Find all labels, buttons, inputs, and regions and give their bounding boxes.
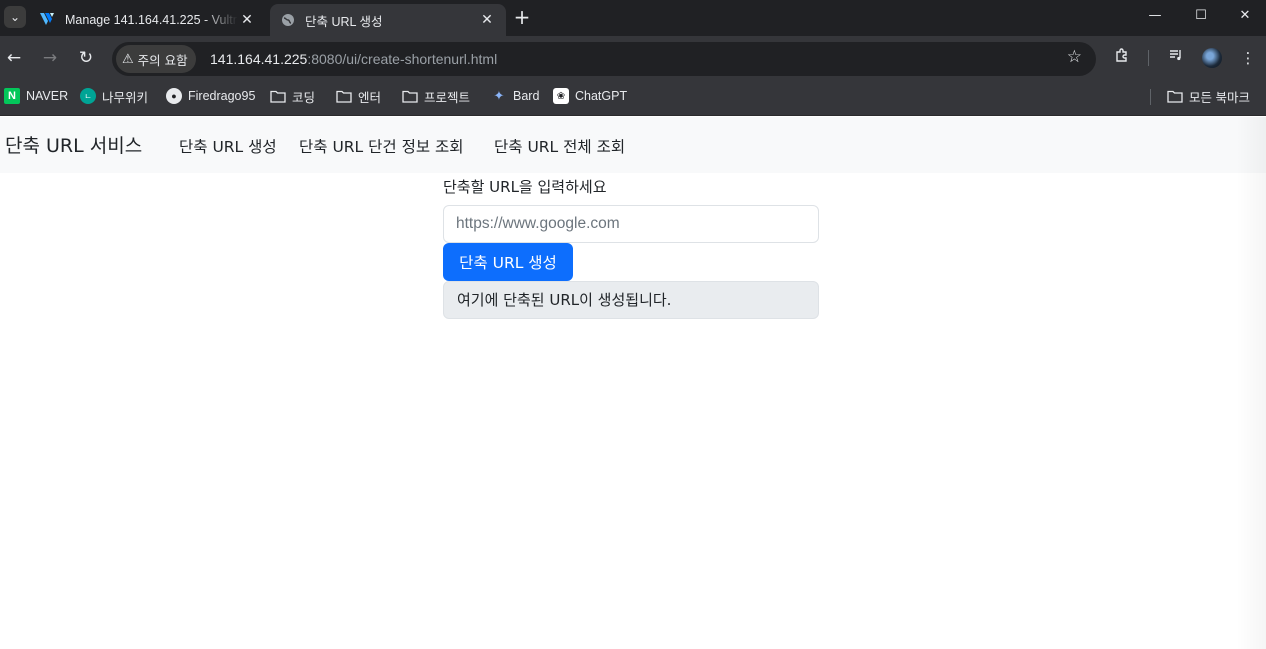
close-icon: ✕: [1239, 8, 1251, 23]
bookmark-namuwiki[interactable]: ㄴ 나무위키: [80, 80, 148, 112]
bookmarks-divider: [1150, 89, 1151, 105]
nav-link-single-info[interactable]: 단축 URL 단건 정보 조회: [299, 135, 464, 157]
bookmark-folder-enter[interactable]: 엔터: [336, 80, 381, 112]
tab-title: Manage 141.164.41.225 - Vultr: [65, 13, 237, 27]
url-host: 141.164.41.225: [210, 51, 308, 67]
bookmark-folder-project[interactable]: 프로젝트: [402, 80, 470, 112]
plus-icon: +: [513, 5, 531, 29]
bookmark-bard[interactable]: ✦ Bard: [491, 80, 540, 112]
bookmark-label: 코딩: [292, 90, 316, 105]
close-icon[interactable]: ✕: [478, 12, 496, 28]
more-menu-icon[interactable]: ⋮: [1236, 46, 1260, 70]
shortened-url-result: 여기에 단축된 URL이 생성됩니다.: [443, 281, 819, 319]
bookmark-label: Bard: [513, 89, 540, 103]
folder-icon: [402, 88, 418, 104]
globe-icon: [280, 12, 296, 28]
bookmark-naver[interactable]: N NAVER: [4, 80, 68, 112]
reload-icon: ↻: [78, 48, 94, 68]
close-icon[interactable]: ✕: [238, 12, 256, 28]
bookmark-label: 프로젝트: [424, 90, 471, 105]
navbar-brand[interactable]: 단축 URL 서비스: [5, 131, 142, 158]
maximize-button[interactable]: ☐: [1178, 0, 1224, 32]
create-shorten-url-button[interactable]: 단축 URL 생성: [443, 243, 573, 281]
original-url-input[interactable]: [443, 205, 819, 243]
minimize-icon: —: [1148, 8, 1162, 23]
bookmark-folder-coding[interactable]: 코딩: [270, 80, 315, 112]
star-icon[interactable]: ☆: [1067, 47, 1082, 67]
arrow-left-icon: ←: [6, 48, 22, 68]
forward-button[interactable]: →: [38, 46, 62, 70]
naver-icon: N: [4, 88, 20, 104]
folder-icon: [336, 88, 352, 104]
bookmark-github[interactable]: ● Firedrago95: [166, 80, 255, 112]
tab-search-button[interactable]: ⌄: [4, 6, 26, 28]
folder-icon: [1167, 88, 1183, 104]
bookmark-label: ChatGPT: [575, 89, 628, 103]
bard-icon: ✦: [493, 88, 505, 103]
back-button[interactable]: ←: [2, 46, 26, 70]
nav-link-list-all[interactable]: 단축 URL 전체 조회: [494, 135, 625, 157]
url-input-label: 단축할 URL을 입력하세요: [443, 178, 607, 196]
extensions-icon[interactable]: [1110, 46, 1134, 70]
vultr-logo-icon: [40, 12, 56, 28]
profile-avatar[interactable]: [1202, 48, 1222, 68]
bookmark-chatgpt[interactable]: ❀ ChatGPT: [553, 80, 627, 112]
bookmark-label: 엔터: [358, 90, 382, 105]
arrow-right-icon: →: [42, 48, 58, 68]
folder-icon: [270, 88, 286, 104]
bookmark-label: Firedrago95: [188, 89, 256, 103]
browser-toolbar: ← → ↻ ⚠ 주의 요함 141.164.41.225:8080/ui/cre…: [0, 36, 1266, 80]
warning-icon: ⚠: [122, 51, 134, 67]
all-bookmarks-label: 모든 북마크: [1189, 90, 1250, 105]
window-close-button[interactable]: ✕: [1222, 0, 1266, 32]
bookmark-label: 나무위키: [102, 90, 149, 105]
all-bookmarks-button[interactable]: 모든 북마크: [1167, 80, 1250, 112]
github-icon: ●: [166, 88, 182, 104]
bookmarks-bar: N NAVER ㄴ 나무위키 ● Firedrago95 코딩 엔터 프로젝트 …: [0, 80, 1266, 116]
tab-strip: ⌄ Manage 141.164.41.225 - Vultr ✕ 단축 URL…: [0, 0, 1266, 36]
chevron-down-icon: ⌄: [9, 10, 21, 24]
chatgpt-icon: ❀: [553, 88, 569, 104]
maximize-icon: ☐: [1195, 8, 1207, 23]
tab-vultr[interactable]: Manage 141.164.41.225 - Vultr ✕: [30, 4, 266, 36]
bookmark-label: NAVER: [26, 89, 69, 103]
address-bar[interactable]: ⚠ 주의 요함 141.164.41.225:8080/ui/create-sh…: [112, 42, 1096, 76]
security-label: 주의 요함: [137, 52, 188, 68]
security-chip[interactable]: ⚠ 주의 요함: [116, 45, 196, 73]
url-path: :8080/ui/create-shortenurl.html: [307, 51, 498, 67]
nav-link-create[interactable]: 단축 URL 생성: [179, 135, 277, 157]
tab-title: 단축 URL 생성: [305, 14, 383, 29]
site-navbar: 단축 URL 서비스 단축 URL 생성 단축 URL 단건 정보 조회 단축 …: [0, 117, 1266, 173]
web-page: 단축 URL 서비스 단축 URL 생성 단축 URL 단건 정보 조회 단축 …: [0, 117, 1266, 649]
url-text[interactable]: 141.164.41.225:8080/ui/create-shortenurl…: [210, 42, 497, 76]
tab-create-shortenurl[interactable]: 단축 URL 생성 ✕: [270, 4, 506, 36]
media-control-icon[interactable]: [1164, 46, 1188, 70]
namuwiki-icon: ㄴ: [80, 88, 96, 104]
toolbar-divider: [1148, 50, 1149, 66]
minimize-button[interactable]: —: [1132, 0, 1178, 32]
reload-button[interactable]: ↻: [74, 46, 98, 70]
new-tab-button[interactable]: +: [512, 6, 532, 28]
page-edge-shadow: [1236, 117, 1266, 649]
